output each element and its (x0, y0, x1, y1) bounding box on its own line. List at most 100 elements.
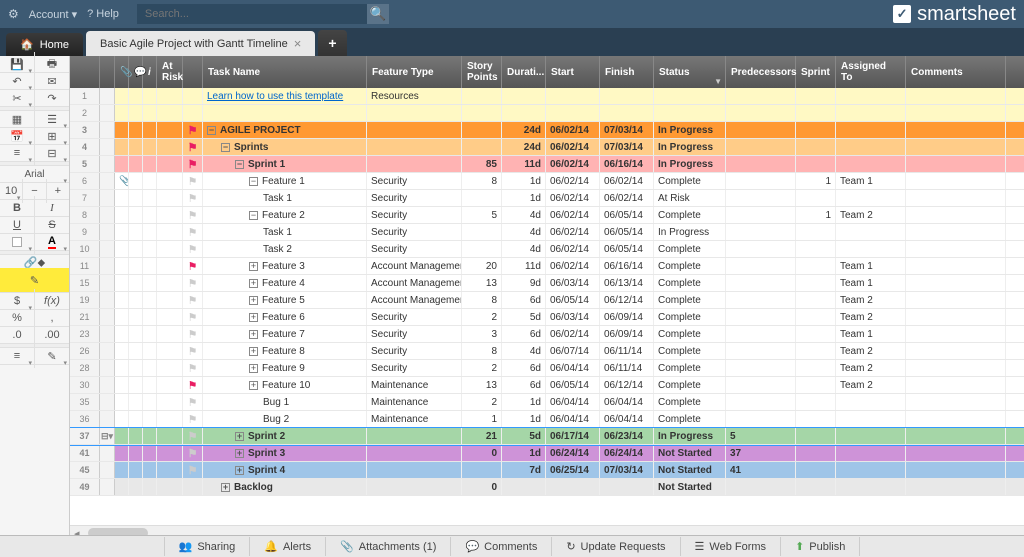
table-row[interactable]: 21⚑+Feature 6Security25d06/03/1406/09/14… (70, 309, 1024, 326)
flag-icon[interactable]: ⚑ (188, 430, 198, 443)
publish-button[interactable]: ⬆Publish (781, 537, 860, 556)
table-row[interactable]: 8⚑−Feature 2Security54d06/02/1406/05/14C… (70, 207, 1024, 224)
alerts-button[interactable]: 🔔Alerts (250, 537, 326, 556)
expand-icon[interactable]: + (249, 381, 258, 390)
col-comments[interactable]: Comments (906, 56, 1006, 88)
flag-icon[interactable]: ⚑ (188, 464, 198, 477)
align-icon[interactable]: ≡ (0, 344, 35, 368)
flag-icon[interactable]: ⚑ (188, 277, 198, 290)
col-task-name[interactable]: Task Name (203, 56, 367, 88)
table-row[interactable]: 4⚑−Sprints24d06/02/1407/03/14In Progress (70, 139, 1024, 156)
flag-icon[interactable]: ⚑ (188, 124, 198, 137)
flag-icon[interactable]: ⚑ (188, 209, 198, 222)
tab-sheet[interactable]: Basic Agile Project with Gantt Timeline … (86, 31, 315, 56)
flag-icon[interactable]: ⚑ (188, 226, 198, 239)
col-discussion[interactable]: 💬 (129, 56, 143, 88)
table-row[interactable]: 23⚑+Feature 7Security36d06/02/1406/09/14… (70, 326, 1024, 343)
search-input[interactable] (137, 4, 367, 24)
table-row[interactable]: 5⚑−Sprint 18511d06/02/1406/16/14In Progr… (70, 156, 1024, 173)
expand-icon[interactable]: − (207, 126, 216, 135)
expand-icon[interactable]: + (249, 330, 258, 339)
expand-icon[interactable]: + (221, 483, 230, 492)
flag-icon[interactable]: ⚑ (188, 192, 198, 205)
col-start[interactable]: Start (546, 56, 600, 88)
flag-icon[interactable]: ⚑ (188, 413, 198, 426)
col-assigned[interactable]: Assigned To (836, 56, 906, 88)
bottom-bar: 👥Sharing 🔔Alerts 📎Attachments (1) 💬Comme… (0, 535, 1024, 557)
gear-icon[interactable]: ⚙ (8, 7, 19, 21)
flag-icon[interactable]: ⚑ (188, 345, 198, 358)
table-row[interactable]: 2 (70, 105, 1024, 122)
flag-icon[interactable]: ⚑ (188, 447, 198, 460)
account-link[interactable]: Account ▾ (29, 8, 77, 21)
table-row[interactable]: 10⚑Task 2Security4d06/02/1406/05/14Compl… (70, 241, 1024, 258)
flag-icon[interactable]: ⚑ (188, 260, 198, 273)
table-row[interactable]: 49+Backlog0Not Started (70, 479, 1024, 496)
table-row[interactable]: 11⚑+Feature 3Account Managemen2011d06/02… (70, 258, 1024, 275)
expand-icon[interactable]: + (249, 347, 258, 356)
col-predecessors[interactable]: Predecessors (726, 56, 796, 88)
expand-icon[interactable]: − (221, 143, 230, 152)
table-row[interactable]: 19⚑+Feature 5Account Managemen86d06/05/1… (70, 292, 1024, 309)
col-at-risk[interactable]: At Risk (157, 56, 183, 88)
flag-icon[interactable]: ⚑ (188, 294, 198, 307)
table-row[interactable]: 6📎⚑−Feature 1Security81d06/02/1406/02/14… (70, 173, 1024, 190)
expand-icon[interactable]: + (235, 466, 244, 475)
col-attachment[interactable]: 📎 (115, 56, 129, 88)
filter-icon[interactable]: ▼ (714, 77, 722, 86)
table-row[interactable]: 1Learn how to use this templateResources (70, 88, 1024, 105)
table-row[interactable]: 7⚑Task 1Security1d06/02/1406/02/14At Ris… (70, 190, 1024, 207)
table-row[interactable]: 45⚑+Sprint 47d06/25/1407/03/14Not Starte… (70, 462, 1024, 479)
flag-icon[interactable]: ⚑ (188, 396, 198, 409)
expand-icon[interactable]: + (235, 449, 244, 458)
col-sprint[interactable]: Sprint (796, 56, 836, 88)
flag-icon[interactable]: ⚑ (188, 328, 198, 341)
format-icon[interactable]: ✎ (35, 344, 69, 368)
update-requests-button[interactable]: ↻Update Requests (552, 537, 680, 556)
flag-icon[interactable]: ⚑ (188, 311, 198, 324)
expand-icon[interactable]: + (249, 313, 258, 322)
expand-icon[interactable]: + (249, 262, 258, 271)
col-status[interactable]: Status▼ (654, 56, 726, 88)
table-row[interactable]: 15⚑+Feature 4Account Managemen139d06/03/… (70, 275, 1024, 292)
expand-icon[interactable]: + (249, 364, 258, 373)
col-info[interactable]: i (143, 56, 157, 88)
flag-icon[interactable]: ⚑ (188, 175, 198, 188)
flag-icon[interactable]: ⚑ (188, 379, 198, 392)
tab-add[interactable]: + (318, 30, 346, 56)
column-headers: 📎 💬 i At Risk Task Name Feature Type Sto… (70, 56, 1024, 88)
expand-icon[interactable]: + (235, 432, 244, 441)
table-row[interactable]: 41⚑+Sprint 301d06/24/1406/24/14Not Start… (70, 445, 1024, 462)
table-row[interactable]: 30⚑+Feature 10Maintenance136d06/05/1406/… (70, 377, 1024, 394)
rows-container[interactable]: 1Learn how to use this templateResources… (70, 88, 1024, 525)
attachment-icon[interactable]: 📎 (119, 176, 129, 187)
col-duration[interactable]: Durati... (502, 56, 546, 88)
expand-icon[interactable]: + (249, 296, 258, 305)
check-icon: ✓ (893, 5, 911, 23)
expand-icon[interactable]: − (249, 177, 258, 186)
table-row[interactable]: 26⚑+Feature 8Security84d06/07/1406/11/14… (70, 343, 1024, 360)
table-row[interactable]: 3⚑−AGILE PROJECT24d06/02/1407/03/14In Pr… (70, 122, 1024, 139)
help-link[interactable]: ? Help (87, 8, 119, 20)
flag-icon[interactable]: ⚑ (188, 158, 198, 171)
table-row[interactable]: 36⚑Bug 2Maintenance11d06/04/1406/04/14Co… (70, 411, 1024, 428)
col-story-points[interactable]: Story Points (462, 56, 502, 88)
col-feature-type[interactable]: Feature Type (367, 56, 462, 88)
web-forms-button[interactable]: ☰Web Forms (681, 537, 782, 556)
attachments-button[interactable]: 📎Attachments (1) (326, 537, 451, 556)
expand-icon[interactable]: + (249, 279, 258, 288)
table-row[interactable]: 35⚑Bug 1Maintenance21d06/04/1406/04/14Co… (70, 394, 1024, 411)
flag-icon[interactable]: ⚑ (188, 141, 198, 154)
flag-icon[interactable]: ⚑ (188, 243, 198, 256)
comments-button[interactable]: 💬Comments (451, 537, 552, 556)
expand-icon[interactable]: − (235, 160, 244, 169)
close-icon[interactable]: × (294, 36, 302, 51)
table-row[interactable]: 37⊟▾⚑+Sprint 2215d06/17/1406/23/14In Pro… (70, 428, 1024, 445)
table-row[interactable]: 28⚑+Feature 9Security26d06/04/1406/11/14… (70, 360, 1024, 377)
table-row[interactable]: 9⚑Task 1Security4d06/02/1406/05/14In Pro… (70, 224, 1024, 241)
col-finish[interactable]: Finish (600, 56, 654, 88)
sharing-button[interactable]: 👥Sharing (164, 537, 251, 556)
flag-icon[interactable]: ⚑ (188, 362, 198, 375)
expand-icon[interactable]: − (249, 211, 258, 220)
search-button[interactable]: 🔍 (367, 4, 389, 24)
